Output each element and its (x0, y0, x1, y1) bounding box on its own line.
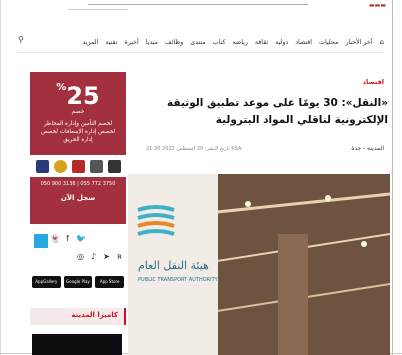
nav-item[interactable]: تقنية (105, 39, 117, 46)
tiktok-icon[interactable]: ♪ (89, 252, 98, 261)
left-border (0, 0, 1, 355)
article-title: «النقل»: 30 يومًا على موعد تطبيق الوثيقة… (167, 97, 388, 126)
nav-item[interactable]: وظائف (165, 39, 183, 46)
svg-text:هيئة النقل العام: هيئة النقل العام (138, 259, 209, 272)
nav-item[interactable]: محليات (319, 39, 338, 46)
ad-discount-value: 25 (66, 82, 100, 110)
right-border (392, 0, 393, 355)
article-photo: هيئة النقل العام PUBLIC TRANSPORT AUTHOR… (128, 174, 390, 355)
svg-text:PUBLIC TRANSPORT AUTHORITY: PUBLIC TRANSPORT AUTHORITY (138, 277, 219, 283)
article-date: تاريخ النشر: 20 أغسطس 2022 21:30 KSA (146, 146, 242, 152)
ad-phones: 050 900 3136 | 055 772 3750 (40, 181, 116, 187)
social-links: 👻 f 🐦 ◎ ♪ ➤ ʀ (30, 224, 126, 302)
google-play-badge[interactable]: Google Play (63, 276, 93, 288)
nav-item[interactable]: ثقافة (255, 39, 268, 46)
twitter-icon[interactable]: 🐦 (76, 234, 86, 243)
facebook-icon[interactable]: f (63, 234, 72, 243)
rss-icon[interactable]: ʀ (115, 252, 124, 261)
search-icon[interactable]: ⚲ (18, 35, 24, 44)
site-logo-strip[interactable]: ▬▬▬ (8, 0, 390, 14)
ad-text: لخصم التأمين وإدارة المخاطر لخصص إدارة ا… (40, 121, 116, 143)
nav-item[interactable]: اقتصاد (295, 39, 312, 46)
nav-divider (18, 52, 384, 53)
nav-item[interactable]: رياضة (232, 39, 247, 46)
ad-discount-percent-sign: % (56, 82, 67, 93)
sidebar-ad-banner[interactable]: %25 خصم لخصم التأمين وإدارة المخاطر لخصص… (30, 72, 126, 224)
home-icon[interactable]: ⌂ (380, 38, 384, 46)
nav-item[interactable]: منتدى (190, 39, 205, 46)
article-location: المدينة - جدة (351, 145, 384, 152)
qr-icon (34, 234, 48, 248)
app-store-badges: AppGallery Google Play App Store (32, 276, 125, 288)
nav-item[interactable]: أخيرة (124, 39, 138, 46)
telegram-icon[interactable]: ➤ (102, 252, 111, 261)
ad-partner-logos (30, 155, 126, 177)
nav-item[interactable]: دولية (275, 39, 288, 46)
ad-off-label: خصم (71, 108, 85, 115)
nav-item[interactable]: المزيد (83, 39, 99, 46)
nav-item[interactable]: كتاب (213, 39, 226, 46)
page-frame: ▬▬▬ ⌂ آخر الأخبار محليات اقتصاد دولية ثق… (0, 0, 402, 355)
app-store-badge[interactable]: App Store (95, 276, 125, 288)
site-logo[interactable]: ▬▬▬ (369, 2, 386, 9)
camera-section-title[interactable]: كاميرا المدينة (30, 308, 126, 325)
snapchat-icon[interactable]: 👻 (50, 234, 60, 243)
ad-discount: %25 (30, 82, 126, 110)
instagram-icon[interactable]: ◎ (76, 252, 85, 261)
nav-item[interactable]: آخر الأخبار (345, 39, 372, 46)
main-nav: ⌂ آخر الأخبار محليات اقتصاد دولية ثقافة … (18, 34, 384, 50)
nav-item[interactable]: ميديا (146, 39, 158, 46)
section-label[interactable]: اقتصاد (363, 78, 384, 86)
ad-cta-button[interactable]: سجل الآن (30, 194, 126, 202)
camera-thumbnail[interactable] (32, 334, 122, 355)
appgallery-badge[interactable]: AppGallery (32, 276, 61, 288)
